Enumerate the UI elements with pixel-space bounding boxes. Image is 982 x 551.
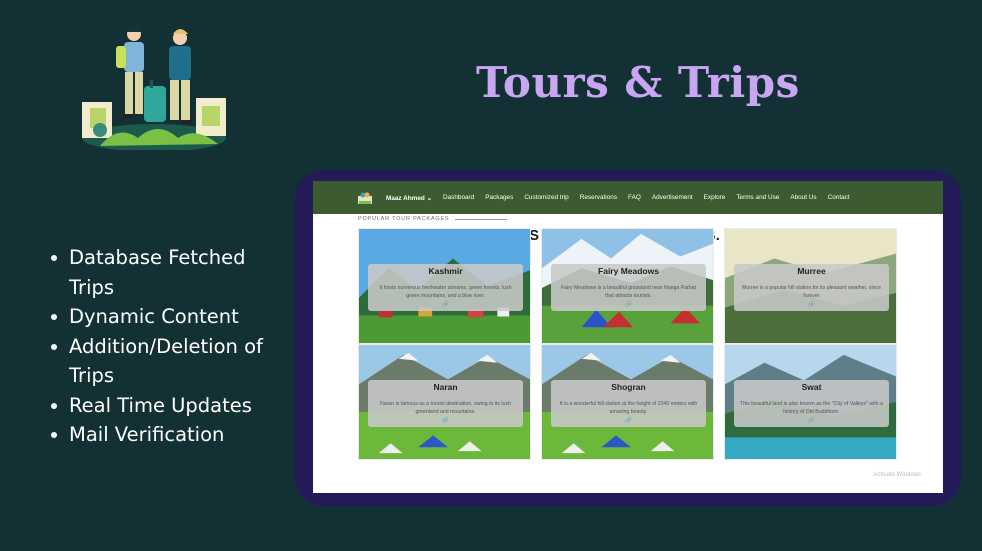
card-description: Fairy Meadows is a beautiful grassland n… — [561, 285, 696, 299]
link-icon[interactable]: 🔗 — [551, 301, 706, 308]
card-description: Murree is a popular hill station,for its… — [742, 285, 881, 299]
nav-user-menu[interactable]: Maaz Ahmed ⌄ — [386, 194, 432, 202]
card-description: It is a wonderful hill station at the he… — [559, 401, 698, 415]
nav-terms[interactable]: Terms and Use — [736, 194, 779, 201]
card-description: This beautiful land is also known as the… — [740, 401, 883, 415]
link-icon[interactable]: 🔗 — [551, 417, 706, 424]
feature-item: Dynamic Content — [50, 302, 290, 332]
feature-item: Mail Verification — [50, 420, 290, 450]
card-info: Fairy Meadows Fairy Meadows is a beautif… — [551, 264, 706, 311]
tour-card-murree[interactable]: Murree Murree is a popular hill station,… — [724, 228, 897, 344]
logo-icon[interactable] — [357, 191, 373, 205]
card-info: Murree Murree is a popular hill station,… — [734, 264, 889, 311]
tour-grid: Kashmir It hosts numerous freshwater str… — [358, 228, 897, 460]
nav-customized-trip[interactable]: Customized trip — [524, 194, 568, 201]
travelers-illustration — [82, 28, 226, 150]
tour-card-swat[interactable]: Swat This beautiful land is also known a… — [724, 344, 897, 460]
nav-explore[interactable]: Explore — [704, 194, 726, 201]
tour-card-fairy-meadows[interactable]: Fairy Meadows Fairy Meadows is a beautif… — [541, 228, 714, 344]
nav-faq[interactable]: FAQ — [628, 194, 641, 201]
card-title: Swat — [801, 382, 822, 392]
feature-list: Database Fetched Trips Dynamic Content A… — [50, 243, 290, 450]
eyebrow-line — [455, 218, 508, 220]
site-navbar: Maaz Ahmed ⌄ Dashboard Packages Customiz… — [313, 181, 943, 214]
link-icon[interactable]: 🔗 — [368, 417, 523, 424]
card-title: Shogran — [611, 382, 646, 392]
website-screenshot: Maaz Ahmed ⌄ Dashboard Packages Customiz… — [313, 181, 943, 493]
nav-contact[interactable]: Contact — [828, 194, 850, 201]
card-info: Shogran It is a wonderful hill station a… — [551, 380, 706, 427]
card-info: Kashmir It hosts numerous freshwater str… — [368, 264, 523, 311]
nav-advertisement[interactable]: Advertisement — [652, 194, 693, 201]
nav-dashboard[interactable]: Dashboard — [443, 194, 474, 201]
card-info: Swat This beautiful land is also known a… — [734, 380, 889, 427]
nav-about[interactable]: About Us — [790, 194, 816, 201]
activate-windows-watermark: Activate Windows — [873, 472, 921, 478]
card-description: It hosts numerous freshwater streams, gr… — [379, 285, 512, 299]
tour-card-naran[interactable]: Naran Naran is famous as a tourist desti… — [358, 344, 531, 460]
tour-card-shogran[interactable]: Shogran It is a wonderful hill station a… — [541, 344, 714, 460]
card-description: Naran is famous as a tourist destination… — [380, 401, 511, 415]
feature-item: Database Fetched Trips — [50, 243, 290, 302]
card-title: Fairy Meadows — [598, 266, 659, 276]
card-info: Naran Naran is famous as a tourist desti… — [368, 380, 523, 427]
card-title: Kashmir — [428, 266, 463, 276]
nav-reservations[interactable]: Reservations — [580, 194, 617, 201]
link-icon[interactable]: 🔗 — [734, 417, 889, 424]
link-icon[interactable]: 🔗 — [368, 301, 523, 308]
card-title: Murree — [797, 266, 826, 276]
card-title: Naran — [433, 382, 458, 392]
eyebrow-text: POPULAR TOUR PACKAGES — [358, 216, 450, 222]
feature-item: Real Time Updates — [50, 391, 290, 421]
section-eyebrow: POPULAR TOUR PACKAGES — [358, 216, 943, 222]
slide-title: Tours & Trips — [476, 58, 800, 107]
feature-item: Addition/Deletion of Trips — [50, 332, 290, 391]
link-icon[interactable]: 🔗 — [734, 301, 889, 308]
nav-packages[interactable]: Packages — [485, 194, 513, 201]
tour-card-kashmir[interactable]: Kashmir It hosts numerous freshwater str… — [358, 228, 531, 344]
